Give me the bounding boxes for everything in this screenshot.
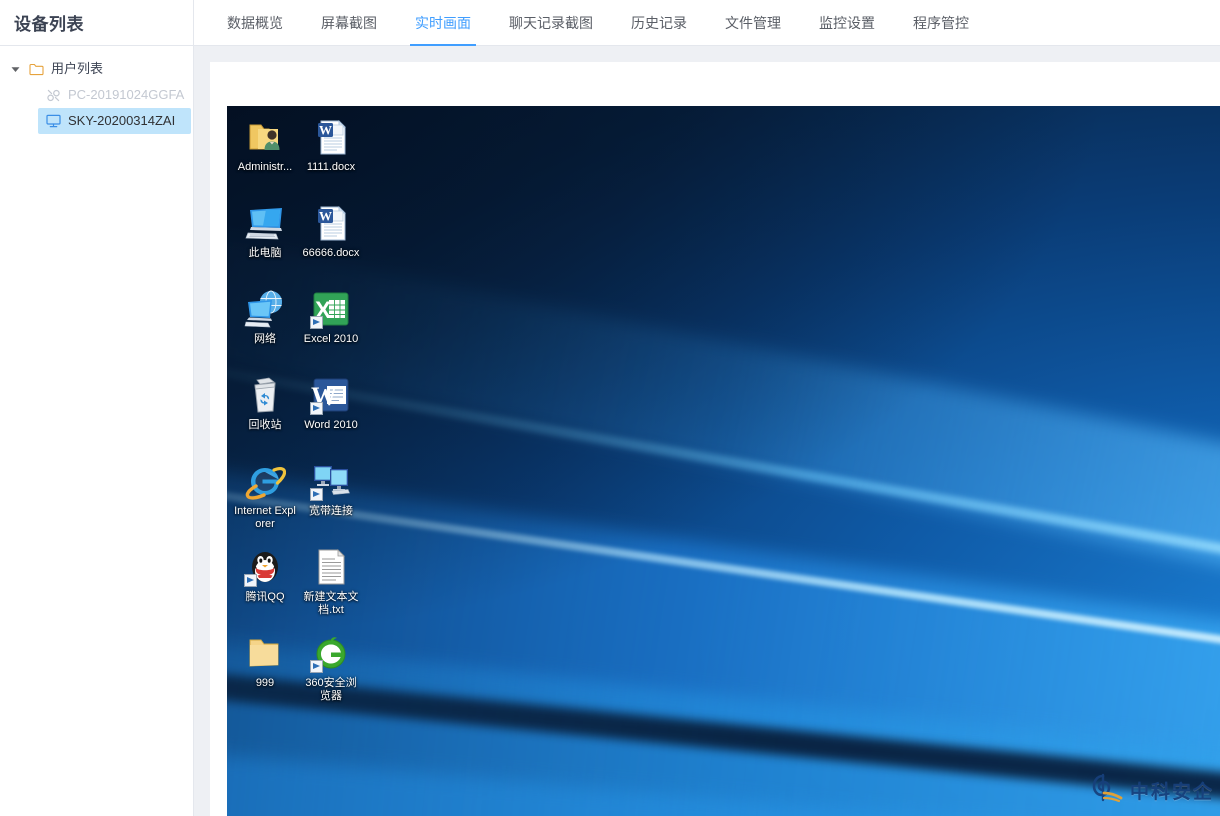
shortcut-arrow-icon	[244, 574, 257, 587]
svg-text:W: W	[319, 209, 332, 224]
broadband-connection-icon	[310, 460, 352, 502]
watermark: 中科安企	[1091, 773, 1214, 808]
desktop-icon-word-2010[interactable]: W Word 2010	[299, 372, 363, 458]
desktop-icon-label: 回收站	[248, 419, 282, 431]
excel-icon: X	[310, 288, 352, 330]
360-browser-icon	[310, 632, 352, 674]
tab-monitor-settings[interactable]: 监控设置	[800, 0, 894, 45]
desktop-icon-network[interactable]: 网络	[233, 286, 297, 372]
folder-icon	[26, 63, 46, 76]
desktop-icon-new-text-document[interactable]: 新建文本文档.txt	[299, 544, 363, 630]
tab-file-management[interactable]: 文件管理	[706, 0, 800, 45]
desktop-icon-tencent-qq[interactable]: 腾讯QQ	[233, 544, 297, 630]
desktop-icon-label: Internet Explorer	[234, 505, 296, 530]
tab-live-screen[interactable]: 实时画面	[396, 0, 490, 46]
broken-link-icon	[43, 88, 63, 103]
desktop-icon-label: 网络	[254, 333, 276, 345]
tab-label: 文件管理	[725, 14, 781, 31]
text-file-icon	[310, 546, 352, 588]
desktop-icon-internet-explorer[interactable]: Internet Explorer	[233, 458, 297, 544]
word-document-icon: W	[310, 116, 352, 158]
remote-desktop-wallpaper	[227, 106, 1220, 816]
shortcut-arrow-icon	[310, 402, 323, 415]
main-area: 数据概览 屏幕截图 实时画面 聊天记录截图 历史记录 文件管理 监控设置 程序管…	[194, 0, 1220, 816]
tab-label: 屏幕截图	[321, 14, 377, 31]
desktop-icon-label: Excel 2010	[303, 333, 359, 345]
tab-label: 历史记录	[631, 14, 687, 31]
tree-node-user-list[interactable]: 用户列表	[0, 56, 193, 82]
zhongke-anqi-logo-icon	[1091, 773, 1125, 808]
recycle-bin-icon	[244, 374, 286, 416]
content-area: Administr... W 1111.docx 此电脑 W 66666.doc…	[194, 46, 1220, 816]
tab-label: 数据概览	[227, 14, 283, 31]
shortcut-arrow-icon	[310, 660, 323, 673]
tree-node-label: 用户列表	[51, 61, 104, 76]
desktop-icon-label: 腾讯QQ	[245, 591, 285, 603]
device-tree: 用户列表 PC-20191024GGFA SKY-20200314ZAI	[0, 46, 193, 134]
caret-down-icon[interactable]	[4, 65, 26, 74]
desktop-icon-label: 宽带连接	[309, 505, 353, 517]
shortcut-arrow-icon	[310, 488, 323, 501]
desktop-icon-label: 360安全浏览器	[305, 677, 357, 702]
user-folder-icon	[244, 116, 286, 158]
device-item-selected[interactable]: SKY-20200314ZAI	[38, 108, 191, 134]
desktop-icon-66666-docx[interactable]: W 66666.docx	[299, 200, 363, 286]
word-icon: W	[310, 374, 352, 416]
desktop-icon-999-folder[interactable]: 999	[233, 630, 297, 716]
watermark-text: 中科安企	[1129, 782, 1214, 803]
device-name: SKY-20200314ZAI	[68, 113, 176, 128]
desktop-icon-1111-docx[interactable]: W 1111.docx	[299, 114, 363, 200]
monitor-icon	[43, 114, 63, 128]
wallpaper-vignette	[227, 106, 1220, 816]
device-name: PC-20191024GGFA	[68, 87, 185, 102]
tencent-qq-icon	[244, 546, 286, 588]
desktop-icon-360-browser[interactable]: 360安全浏览器	[299, 630, 363, 716]
tab-data-overview[interactable]: 数据概览	[208, 0, 302, 45]
sidebar-header: 设备列表	[0, 0, 193, 46]
device-item-offline[interactable]: PC-20191024GGFA	[38, 82, 191, 108]
desktop-icon-label: 1111.docx	[306, 161, 356, 173]
desktop-icon-administrator[interactable]: Administr...	[233, 114, 297, 200]
tab-chat-screenshot[interactable]: 聊天记录截图	[490, 0, 612, 45]
tab-label: 监控设置	[819, 14, 875, 31]
desktop-icon-label: 新建文本文档.txt	[303, 591, 359, 616]
tab-screenshot[interactable]: 屏幕截图	[302, 0, 396, 45]
internet-explorer-icon	[244, 460, 286, 502]
desktop-icon-label: Word 2010	[304, 419, 358, 431]
desktop-icon-label: 此电脑	[248, 247, 282, 259]
live-screen-panel: Administr... W 1111.docx 此电脑 W 66666.doc…	[210, 62, 1220, 816]
page-title: 设备列表	[14, 15, 84, 34]
shortcut-arrow-icon	[310, 316, 323, 329]
network-icon	[244, 288, 286, 330]
tab-label: 聊天记录截图	[509, 14, 593, 31]
tab-label: 程序管控	[913, 14, 969, 31]
desktop-icon-this-pc[interactable]: 此电脑	[233, 200, 297, 286]
svg-text:W: W	[319, 123, 332, 138]
desktop-icon-label: 66666.docx	[302, 247, 360, 259]
desktop-icon-label: Administr...	[237, 161, 293, 173]
desktop-icon-excel-2010[interactable]: X Excel 2010	[299, 286, 363, 372]
remote-desktop-viewport[interactable]: Administr... W 1111.docx 此电脑 W 66666.doc…	[227, 106, 1220, 816]
tab-bar: 数据概览 屏幕截图 实时画面 聊天记录截图 历史记录 文件管理 监控设置 程序管…	[194, 0, 1220, 46]
tab-label: 实时画面	[415, 14, 471, 31]
desktop-icon-grid: Administr... W 1111.docx 此电脑 W 66666.doc…	[233, 114, 363, 716]
tab-history[interactable]: 历史记录	[612, 0, 706, 45]
desktop-icon-broadband-connection[interactable]: 宽带连接	[299, 458, 363, 544]
sidebar: 设备列表 用户列表 PC-20191024GGFA SKY-20200314ZA…	[0, 0, 194, 816]
desktop-icon-label: 999	[255, 677, 275, 689]
tab-program-control[interactable]: 程序管控	[894, 0, 988, 45]
this-pc-icon	[244, 202, 286, 244]
app-root: 设备列表 用户列表 PC-20191024GGFA SKY-20200314ZA…	[0, 0, 1220, 816]
folder-icon	[244, 632, 286, 674]
desktop-icon-recycle-bin[interactable]: 回收站	[233, 372, 297, 458]
word-document-icon: W	[310, 202, 352, 244]
